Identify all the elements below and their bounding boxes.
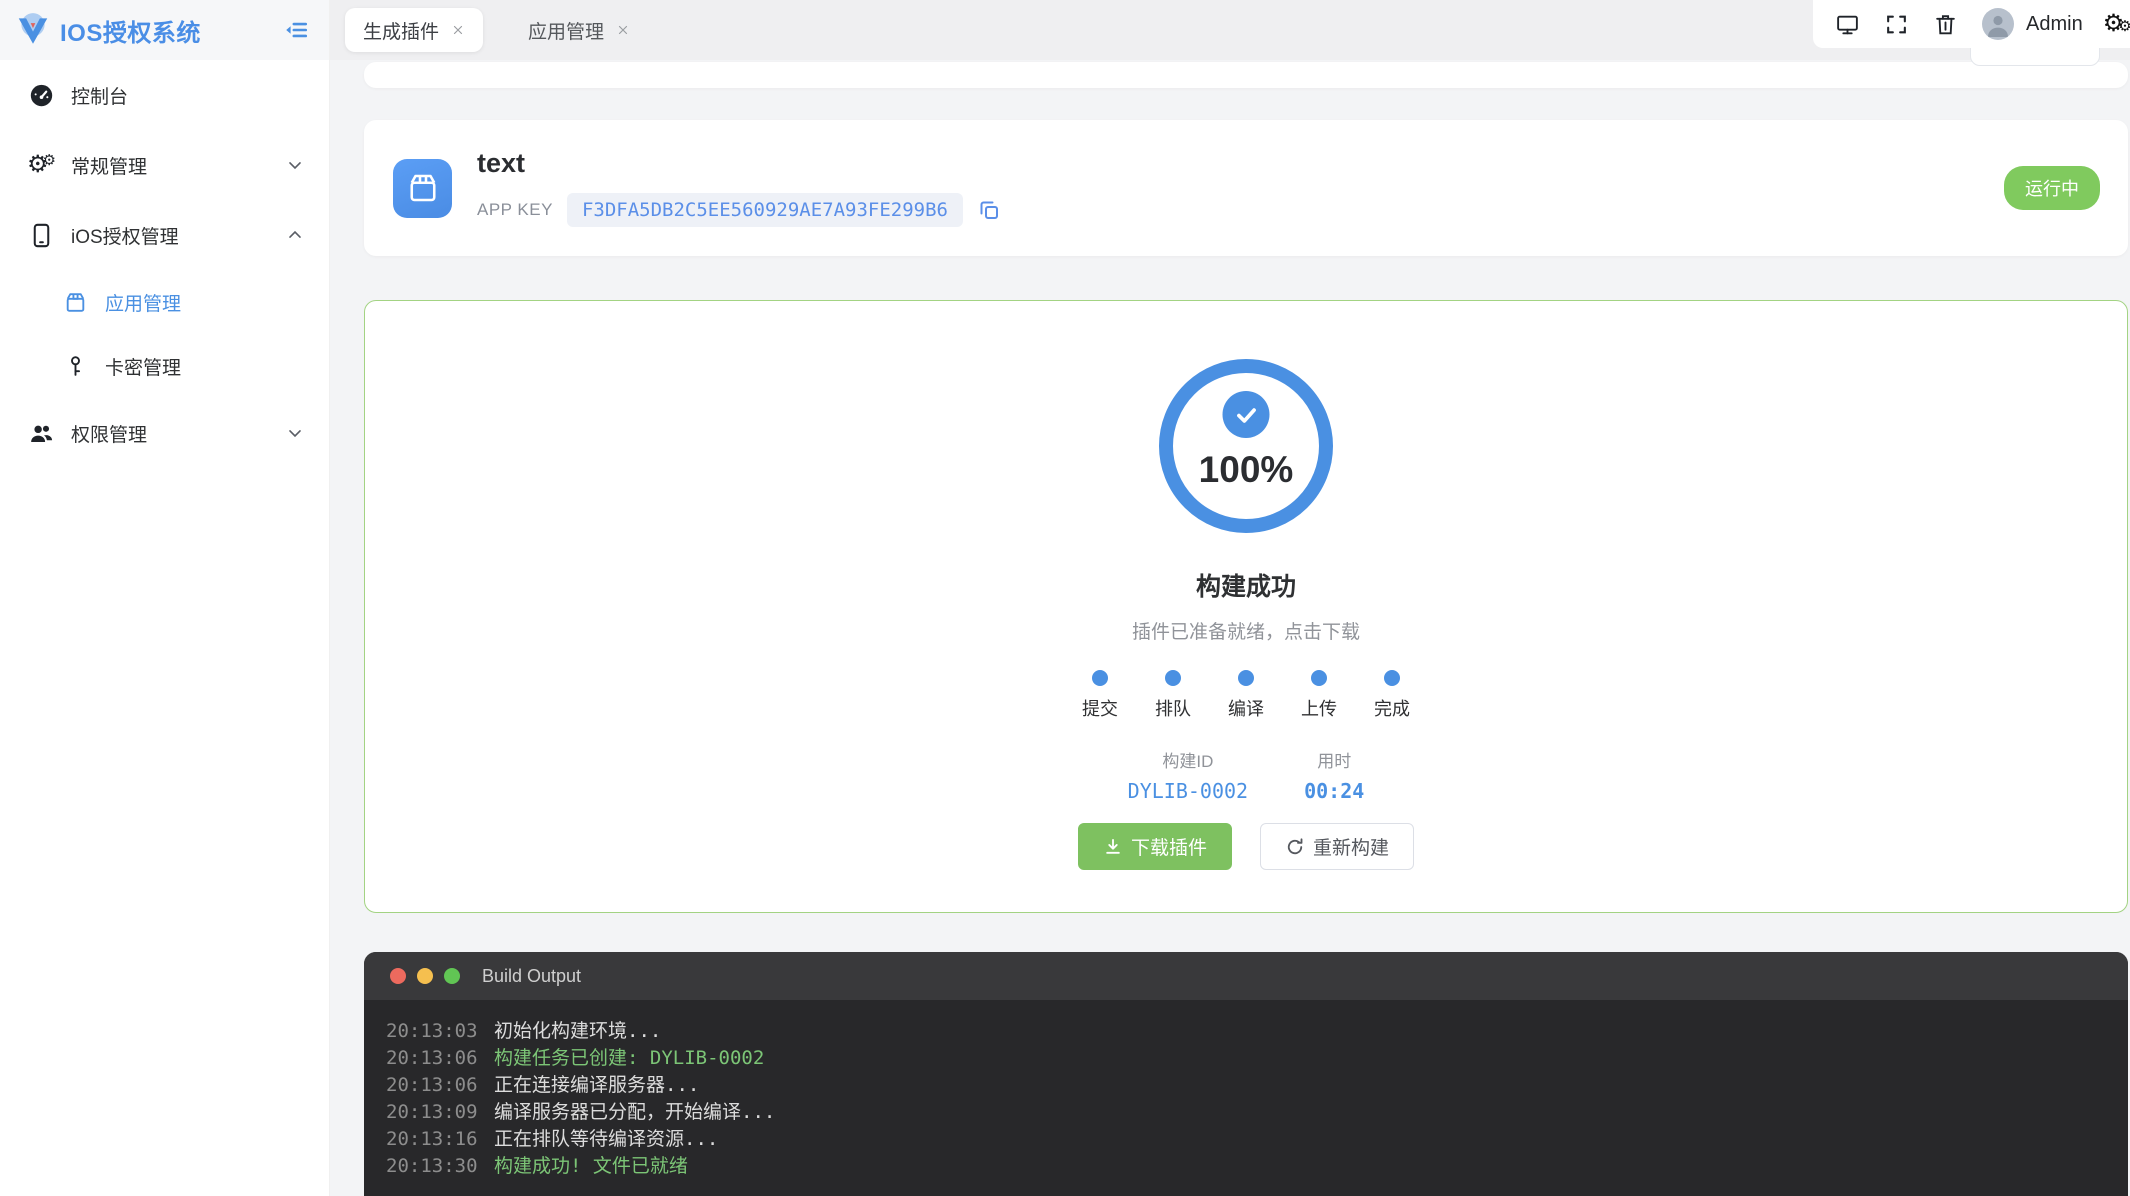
build-steps: 提交 排队 编译 上传 完成 [1078,670,1414,721]
app-info-card: text APP KEY F3DFA5DB2C5EE560929AE7A93FE… [364,120,2128,256]
app-info: text APP KEY F3DFA5DB2C5EE560929AE7A93FE… [477,148,2004,227]
sidebar-header: IOS授权系统 [0,0,329,60]
step-upload: 上传 [1297,670,1341,721]
sidebar-item-label: 卡密管理 [105,357,182,379]
duration-label: 用时 [1317,752,1352,771]
sidebar-item-permission-management[interactable]: 权限管理 [0,398,329,468]
app-key-value: F3DFA5DB2C5EE560929AE7A93FE299B6 [566,192,963,227]
users-icon [28,420,55,447]
build-meta: 构建ID DYLIB-0002 用时 00:24 [1128,747,1365,803]
log-line: 20:13:09 编译服务器已分配，开始编译... [386,1101,776,1123]
progress-percent: 100% [1198,449,1294,490]
build-result-card: 100% 构建成功 插件已准备就绪，点击下载 提交 排队 编译 上传 完成 构建… [364,300,2128,913]
log-line: 20:13:03 初始化构建环境... [386,1020,662,1042]
build-output-terminal: Build Output 20:13:03 初始化构建环境... 20:13:0… [364,952,2128,1196]
monitor-icon[interactable] [1835,12,1860,37]
check-circle-icon [1222,391,1270,438]
sidebar-nav: 控制台 ⚙ ⚙ 常规管理 iOS授权管理 应用管理 卡密管理 权限管理 [0,60,329,468]
terminal-header: Build Output [364,952,2128,1000]
tab-generate-plugin[interactable]: 生成插件 [345,8,484,52]
close-icon[interactable] [451,23,465,37]
progress-ring: 100% [1159,359,1333,533]
step-finish: 完成 [1370,670,1414,721]
sidebar-item-label: 控制台 [71,86,129,108]
minimize-light-icon [417,968,433,984]
app-logo-icon [14,11,52,49]
terminal-log: 20:13:03 初始化构建环境... 20:13:06 构建任务已创建: DY… [364,1000,2128,1196]
close-light-icon [390,968,406,984]
scrolled-card-edge [364,62,2128,88]
sidebar-item-ios-auth-management[interactable]: iOS授权管理 [0,200,329,270]
duration-value: 00:24 [1304,779,1365,803]
sidebar-item-dashboard[interactable]: 控制台 [0,60,329,130]
download-plugin-label: 下载插件 [1130,838,1207,859]
build-id-value: DYLIB-0002 [1127,779,1249,803]
traffic-lights [390,968,460,984]
app-package-icon [393,158,452,218]
sidebar-item-label: 应用管理 [105,293,182,315]
download-plugin-button[interactable]: 下载插件 [1077,823,1232,870]
build-id-group: 构建ID DYLIB-0002 [1128,747,1248,803]
tab-label: 应用管理 [528,21,605,43]
build-status-subtitle: 插件已准备就绪，点击下载 [1131,622,1360,643]
step-dot [1238,670,1254,686]
package-icon [62,289,89,316]
dashboard-icon [28,82,55,109]
tab-label: 生成插件 [363,21,440,43]
step-dot [1311,670,1327,686]
copy-icon[interactable] [977,198,1001,222]
fullscreen-icon[interactable] [1884,12,1909,37]
collapse-sidebar-icon[interactable] [281,15,311,45]
chevron-down-icon [285,155,305,175]
username-label[interactable]: Admin [2026,13,2083,36]
rebuild-label: 重新构建 [1313,838,1390,859]
app-key-label: APP KEY [477,199,553,219]
sidebar-item-app-management[interactable]: 应用管理 [0,270,329,334]
refresh-icon [1285,837,1305,857]
step-submit: 提交 [1078,670,1122,721]
log-line: 20:13:06 正在连接编译服务器... [386,1074,700,1096]
step-dot [1165,670,1181,686]
status-badge: 运行中 [2004,166,2100,210]
duration-group: 用时 00:24 [1304,747,1364,803]
build-actions: 下载插件 重新构建 [1077,823,1415,870]
download-icon [1103,837,1123,857]
tablet-icon [28,222,55,249]
step-queue: 排队 [1151,670,1195,721]
log-line: 20:13:16 正在排队等待编译资源... [386,1128,719,1150]
settings-gears-icon[interactable]: ⚙⚙ [2103,12,2130,36]
build-id-label: 构建ID [1162,752,1214,771]
chevron-down-icon [285,423,305,443]
sidebar: IOS授权系统 控制台 ⚙ ⚙ 常规管理 iOS授权管理 应用管理 卡密管理 权… [0,0,330,1196]
app-title: IOS授权系统 [60,19,201,47]
toolbar: Admin ⚙⚙ [1813,0,2130,48]
key-icon [62,353,89,380]
sidebar-item-card-key-management[interactable]: 卡密管理 [0,334,329,398]
maximize-light-icon [444,968,460,984]
rebuild-button[interactable]: 重新构建 [1260,823,1415,870]
avatar[interactable] [1982,8,2014,40]
app-name: text [477,148,526,179]
sidebar-item-label: iOS授权管理 [71,226,179,248]
sidebar-item-label: 权限管理 [71,424,148,446]
close-icon[interactable] [616,23,630,37]
sidebar-item-general-management[interactable]: ⚙ ⚙ 常规管理 [0,130,329,200]
sidebar-item-label: 常规管理 [71,156,148,178]
build-status-title: 构建成功 [1195,573,1296,601]
tab-app-management[interactable]: 应用管理 [510,8,648,52]
step-compile: 编译 [1224,670,1268,721]
step-dot [1384,670,1400,686]
trash-icon[interactable] [1933,12,1958,37]
gears-icon: ⚙ ⚙ [27,151,56,178]
log-line: 20:13:30 构建成功! 文件已就绪 [386,1155,688,1177]
terminal-title: Build Output [482,965,582,986]
log-line: 20:13:06 构建任务已创建: DYLIB-0002 [386,1047,765,1069]
chevron-up-icon [285,225,305,245]
step-dot [1092,670,1108,686]
